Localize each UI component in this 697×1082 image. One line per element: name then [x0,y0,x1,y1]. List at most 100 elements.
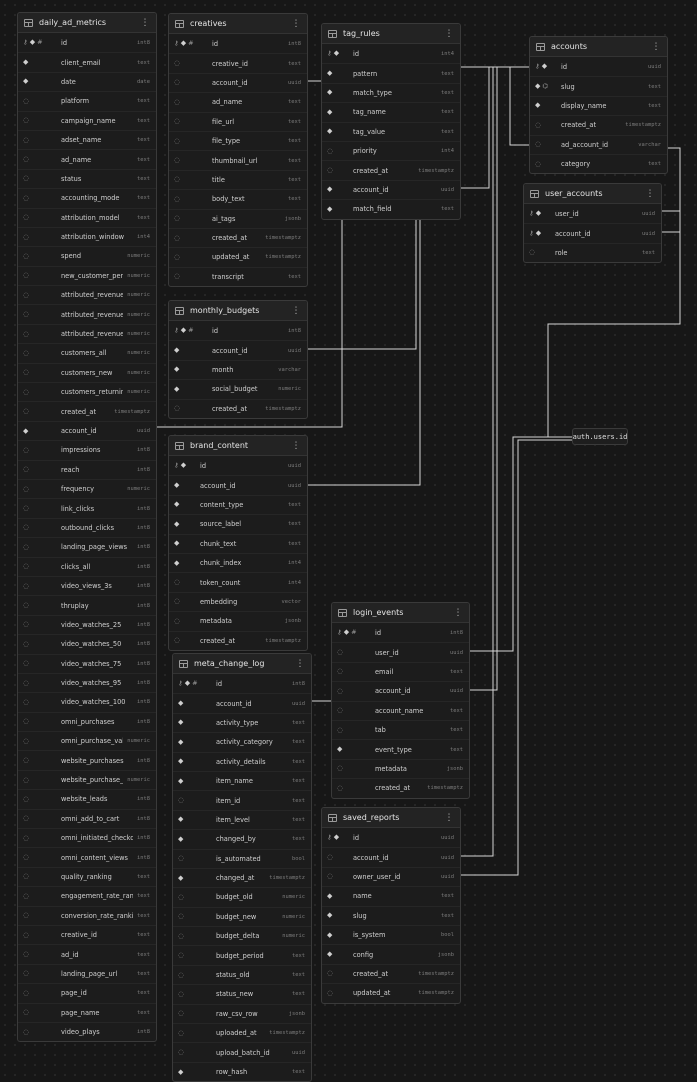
column-row[interactable]: ◌ thruplay int8 [18,595,156,614]
column-row[interactable]: ◌ adset_name text [18,129,156,149]
column-row[interactable]: ◆ account_id uuid [322,179,460,199]
table-header[interactable]: tag_rules ⋮ [322,24,460,44]
column-row[interactable]: ◌ transcript text [169,266,307,286]
column-row[interactable]: ◌ status_new text [173,984,311,1003]
column-row[interactable]: ◆ tag_name text [322,102,460,121]
column-row[interactable]: ◌ updated_at timestamptz [169,247,307,266]
column-row[interactable]: ◌ created_at timestamptz [322,963,460,983]
more-options-icon[interactable]: ⋮ [453,608,463,618]
column-row[interactable]: ◆ account_id uuid [173,693,311,712]
column-row[interactable]: ◌ attributed_revenue numeric [18,285,156,304]
more-options-icon[interactable]: ⋮ [291,441,301,451]
column-row[interactable]: ◌ video_views_3s int8 [18,575,156,595]
column-row[interactable]: ◌ spend numeric [18,246,156,265]
column-row[interactable]: ◌ created_at timestamptz [169,227,307,247]
table-creatives[interactable]: creatives ⋮ ⚷ ◆ # id int8 ◌ creative_id text ◌ acco… [168,13,308,288]
table-user-accounts[interactable]: user_accounts ⋮ ⚷ ◆ user_id uuid ⚷ ◆ account_id u… [523,183,662,264]
column-row[interactable]: ◌ page_id text [18,983,156,1002]
column-row[interactable]: ◌ website_leads int8 [18,789,156,808]
column-row[interactable]: ◌ accounting_mode text [18,188,156,207]
more-options-icon[interactable]: ⋮ [295,659,305,669]
column-row[interactable]: ◆ display_name text [530,95,667,115]
column-row[interactable]: ⚷ ◆ # id int8 [169,34,307,53]
more-options-icon[interactable]: ⋮ [140,18,150,28]
column-row[interactable]: ⚷ ◆ id int4 [322,44,460,63]
column-row[interactable]: ◆ is_system bool [322,924,460,944]
column-row[interactable]: ◌ video_watches_100 int8 [18,692,156,711]
column-row[interactable]: ⚷ ◆ # id int8 [169,321,307,340]
column-row[interactable]: ◆ account_id uuid [18,420,156,440]
column-row[interactable]: ◌ frequency numeric [18,478,156,498]
column-row[interactable]: ◆ content_type text [169,494,307,514]
more-options-icon[interactable]: ⋮ [291,306,301,316]
column-row[interactable]: ◌ metadata jsonb [169,611,307,630]
column-row[interactable]: ◌ ad_name text [169,92,307,111]
more-options-icon[interactable]: ⋮ [651,42,661,52]
column-row[interactable]: ◆ activity_details text [173,751,311,771]
column-row[interactable]: ◆ ⌬ slug text [530,76,667,95]
column-row[interactable]: ◌ item_id text [173,790,311,809]
column-row[interactable]: ◌ new_customer_percen...numeric [18,265,156,285]
column-row[interactable]: ◆ slug text [322,905,460,925]
column-row[interactable]: ◌ attribution_model text [18,207,156,227]
column-row[interactable]: ◌ tab text [332,719,469,739]
column-row[interactable]: ◌ impressions int8 [18,440,156,459]
column-row[interactable]: ◆ social_budget numeric [169,379,307,398]
column-row[interactable]: ◌ status text [18,168,156,188]
column-row[interactable]: ◌ creative_id text [169,53,307,72]
column-row[interactable]: ◌ user_id uuid [332,642,469,661]
column-row[interactable]: ◆ event_type text [332,739,469,758]
column-row[interactable]: ◆ changed_at timestamptz [173,867,311,887]
column-row[interactable]: ◌ omni_purchases int8 [18,711,156,731]
column-row[interactable]: ⚷ ◆ # id int8 [332,623,469,642]
table-tag-rules[interactable]: tag_rules ⋮ ⚷ ◆ id int4 ◆ pattern text ◆ match_typ… [321,23,461,220]
column-row[interactable]: ◆ source_label text [169,514,307,533]
column-row[interactable]: ◆ account_id uuid [169,475,307,494]
table-login-events[interactable]: login_events ⋮ ⚷ ◆ # id int8 ◌ user_id uuid ◌ email… [331,602,470,799]
more-options-icon[interactable]: ⋮ [291,19,301,29]
column-row[interactable]: ◌ omni_initiated_checkouts int8 [18,828,156,847]
column-row[interactable]: ◌ customers_new numeric [18,362,156,382]
column-row[interactable]: ◆ activity_category text [173,732,311,751]
column-row[interactable]: ◌ embedding vector [169,591,307,611]
column-row[interactable]: ◌ landing_page_views int8 [18,537,156,556]
column-row[interactable]: ◌ ai_tags jsonb [169,208,307,228]
column-row[interactable]: ◌ campaign_name text [18,110,156,130]
column-row[interactable]: ◌ budget_old numeric [173,887,311,906]
column-row[interactable]: ◌ thumbnail_url text [169,150,307,169]
column-row[interactable]: ◌ omni_add_to_cart int8 [18,808,156,828]
column-row[interactable]: ◌ omni_purchase_value numeric [18,731,156,750]
column-row[interactable]: ◌ customers_all numeric [18,343,156,362]
table-brand-content[interactable]: brand_content ⋮ ⚷ ◆ id uuid ◆ account_id uuid ◆ co… [168,435,308,651]
column-row[interactable]: ◌ ad_id text [18,944,156,963]
column-row[interactable]: ◌ email text [332,661,469,681]
column-row[interactable]: ◌ created_at timestamptz [530,115,667,134]
column-row[interactable]: ◌ video_watches_95 int8 [18,672,156,692]
column-row[interactable]: ◌ attributed_revenue_new numeric [18,304,156,323]
column-row[interactable]: ◌ category text [530,153,667,173]
column-row[interactable]: ◆ item_level text [173,809,311,829]
column-row[interactable]: ◌ attributed_revenue_ret...numeric [18,323,156,343]
column-row[interactable]: ◆ account_id uuid [169,340,307,359]
table-monthly-budgets[interactable]: monthly_budgets ⋮ ⚷ ◆ # id int8 ◆ account_id uuid… [168,300,308,419]
column-row[interactable]: ◌ token_count int4 [169,572,307,591]
column-row[interactable]: ◌ metadata jsonb [332,758,469,778]
column-row[interactable]: ◌ platform text [18,91,156,110]
column-row[interactable]: ◆ name text [322,886,460,905]
column-row[interactable]: ◌ outbound_clicks int8 [18,517,156,537]
column-row[interactable]: ◌ created_at timestamptz [169,630,307,650]
column-row[interactable]: ◌ budget_new numeric [173,906,311,926]
column-row[interactable]: ◌ attribution_window int4 [18,226,156,246]
column-row[interactable]: ◌ budget_period text [173,945,311,964]
column-row[interactable]: ◆ row_hash text [173,1061,311,1081]
column-row[interactable]: ◌ website_purchase_valuenumeric [18,769,156,789]
column-row[interactable]: ◌ role text [524,242,661,262]
column-row[interactable]: ◆ item_name text [173,770,311,790]
more-options-icon[interactable]: ⋮ [444,813,454,823]
column-row[interactable]: ◌ creative_id text [18,924,156,944]
column-row[interactable]: ◆ tag_value text [322,121,460,141]
column-row[interactable]: ◌ created_at timestamptz [322,160,460,179]
column-row[interactable]: ◌ created_at timestamptz [332,778,469,797]
column-row[interactable]: ◌ created_at timestamptz [18,401,156,420]
column-row[interactable]: ⚷ ◆ user_id uuid [524,204,661,223]
